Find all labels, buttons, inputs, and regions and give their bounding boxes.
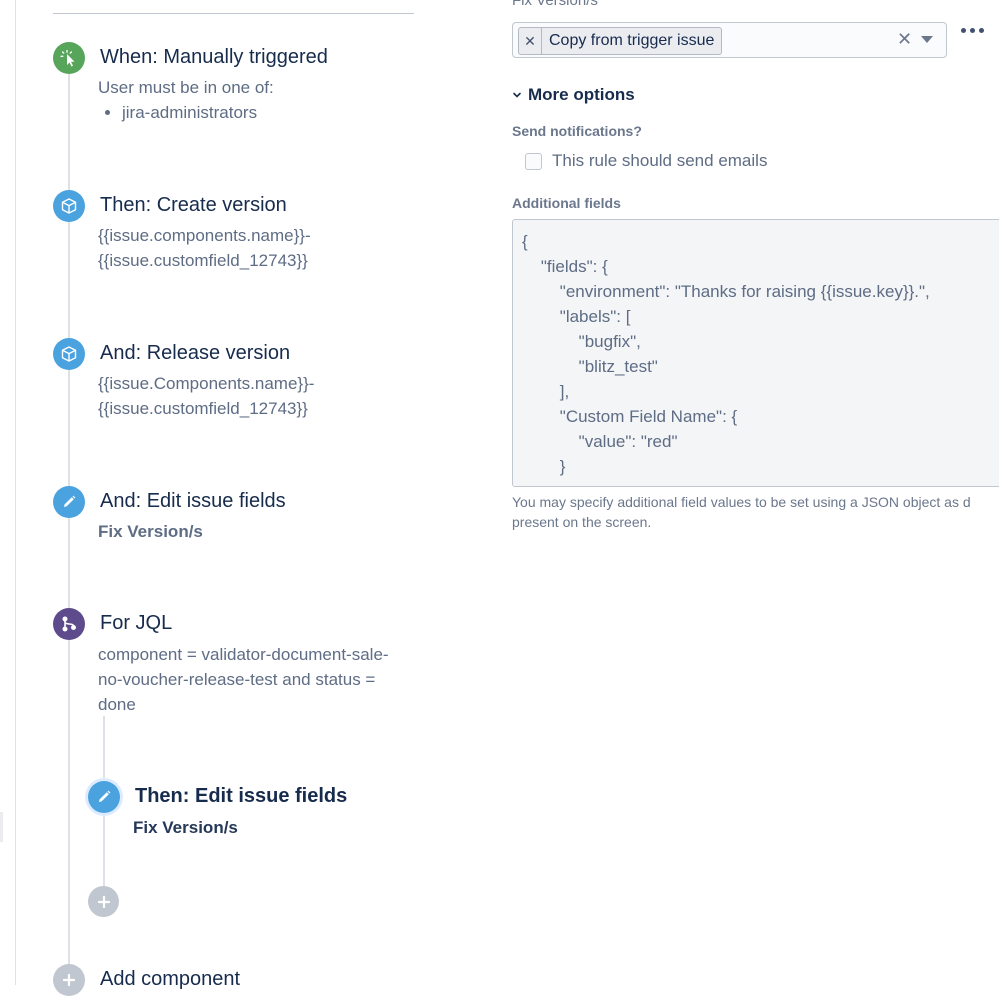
json-line: "blitz_test" [522,357,658,376]
branch-jql-line: no-voucher-release-test and status = [98,670,376,689]
json-line: "environment": "Thanks for raising {{iss… [522,282,930,301]
action-title: And: Release version [100,342,291,364]
help-line: present on the screen. [512,514,652,530]
additional-fields-help: You may specify additional field values … [512,492,999,532]
more-icon[interactable] [961,28,984,33]
close-icon[interactable]: ✕ [897,29,912,50]
branch-title: For JQL [100,612,173,634]
action-title: And: Edit issue fields [100,490,286,512]
chevron-down-icon [513,92,521,98]
plus-icon [97,895,110,908]
action-detail-line: {{issue.customfield_12743}} [98,399,308,418]
send-notifications-label: Send notifications? [512,123,642,139]
additional-fields-json-editor[interactable]: { "fields": { "environment": "Thanks for… [512,219,999,487]
add-branch-component-button[interactable] [88,886,119,917]
action-detail-field: Fix Version/s [133,818,238,837]
action-detail-line: {{issue.Components.name}}- [98,374,315,393]
action-title: Then: Edit issue fields [135,785,348,807]
json-line: ], [522,382,570,401]
more-options-label: More options [528,85,635,104]
chip-remove-button[interactable]: ✕ [519,28,542,54]
send-emails-checkbox[interactable] [525,153,542,170]
json-line: "bugfix", [522,332,641,351]
pencil-icon [88,781,120,813]
additional-fields-label: Additional fields [512,195,621,211]
json-line: } [522,457,566,476]
trigger-title: When: Manually triggered [100,46,328,68]
trigger-group-item: jira-administrators [122,101,257,125]
json-line: "value": "red" [522,432,678,451]
left-panel-border [15,0,16,985]
help-line: You may specify additional field values … [512,494,971,510]
branch-jql-line: component = validator-document-sale- [98,645,389,664]
trigger-condition: User must be in one of: [98,78,274,97]
branch-jql-line: done [98,695,136,714]
box-icon [53,338,85,370]
pencil-icon [53,486,85,518]
json-line: "Custom Field Name": { [522,407,738,426]
fix-version-chip: ✕ Copy from trigger issue [518,27,723,55]
more-options-toggle[interactable]: More options [512,85,635,105]
left-panel-scroll-indicator [0,812,3,842]
fix-version-label: Fix Version/s [512,0,598,9]
cursor-click-icon [53,42,85,74]
json-line: "labels": [ [522,307,631,326]
plus-icon [53,964,85,996]
trigger-group-list: jira-administrators [98,101,257,125]
chip-label: Copy from trigger issue [549,32,715,49]
action-detail-line: {{issue.customfield_12743}} [98,251,308,270]
chevron-down-icon[interactable] [921,36,933,43]
branch-icon [53,608,85,640]
rule-top-divider [53,13,414,14]
fix-version-select[interactable]: ✕ Copy from trigger issue ✕ [512,22,947,58]
action-title: Then: Create version [100,194,287,216]
add-component-label: Add component [100,968,241,990]
action-detail-line: {{issue.components.name}}- [98,226,311,245]
json-line: { [522,232,528,251]
box-icon [53,190,85,222]
action-detail-field: Fix Version/s [98,522,203,541]
json-line: "fields": { [522,257,608,276]
send-emails-label[interactable]: This rule should send emails [552,151,767,171]
